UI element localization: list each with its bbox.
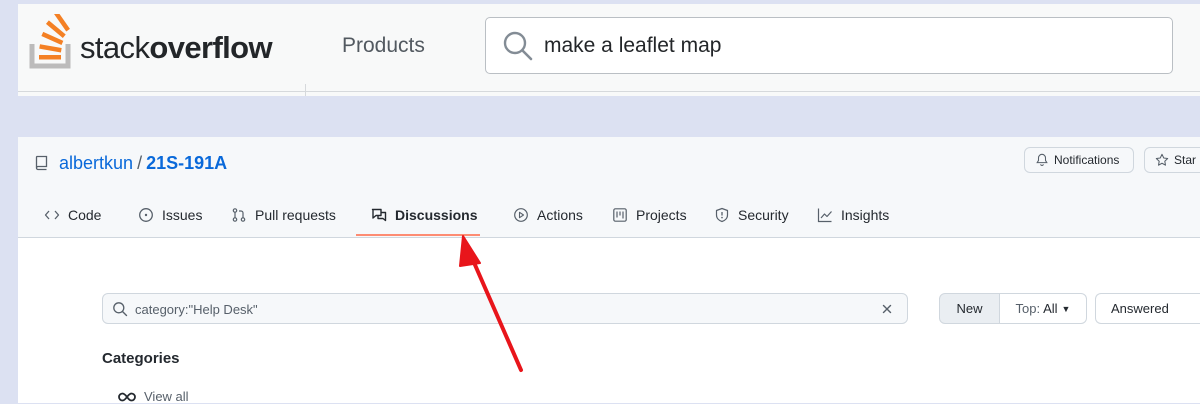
- tab-discussions-label: Discussions: [395, 207, 478, 223]
- repo-name-link[interactable]: 21S-191A: [146, 153, 227, 174]
- view-all-categories-link[interactable]: View all: [118, 389, 189, 404]
- tab-actions[interactable]: Actions: [513, 207, 583, 237]
- wordmark-light: stack: [80, 30, 150, 65]
- sort-top-prefix: Top:: [1015, 301, 1041, 316]
- tab-code[interactable]: Code: [44, 207, 101, 237]
- tab-actions-label: Actions: [537, 207, 583, 223]
- discussions-icon: [371, 208, 387, 222]
- tab-discussions[interactable]: Discussions: [371, 207, 477, 237]
- tab-projects[interactable]: Projects: [612, 207, 687, 237]
- infinity-icon: [118, 392, 136, 401]
- tab-projects-label: Projects: [636, 207, 687, 223]
- wordmark-bold: overflow: [149, 30, 273, 65]
- tab-pull-requests-label: Pull requests: [255, 207, 336, 223]
- github-repo-page: albertkun / 21S-191A Notifications Star …: [18, 137, 1200, 404]
- project-icon: [613, 208, 627, 222]
- play-icon: [514, 208, 528, 222]
- search-icon: [503, 31, 533, 61]
- repo-title: albertkun / 21S-191A: [34, 151, 227, 175]
- tab-issues[interactable]: Issues: [138, 207, 202, 237]
- close-icon[interactable]: [879, 301, 895, 317]
- repo-icon: [35, 155, 48, 171]
- tab-security-label: Security: [738, 207, 789, 223]
- stackoverflow-logo-icon: [29, 14, 71, 69]
- bell-icon: [1036, 153, 1048, 166]
- active-tab-underline: [356, 234, 480, 236]
- code-icon: [44, 210, 60, 220]
- so-divider: [305, 84, 306, 96]
- sort-top-value: All: [1043, 301, 1058, 316]
- repo-owner-link[interactable]: albertkun: [59, 153, 133, 174]
- so-search-value[interactable]: make a leaflet map: [544, 34, 721, 58]
- chevron-down-icon: ▼: [1061, 303, 1071, 314]
- sort-new-button[interactable]: New: [939, 293, 1000, 324]
- stackoverflow-header: stackoverflow Products make a leaflet ma…: [18, 0, 1200, 96]
- categories-heading: Categories: [102, 350, 180, 367]
- star-button[interactable]: Star: [1144, 147, 1200, 173]
- tab-insights-label: Insights: [841, 207, 890, 223]
- discussions-search-value[interactable]: category:"Help Desk": [135, 302, 258, 317]
- repo-separator: /: [137, 152, 143, 173]
- star-label: Star: [1174, 153, 1197, 167]
- star-icon: [1155, 153, 1169, 166]
- search-icon: [113, 302, 128, 317]
- notifications-button[interactable]: Notifications: [1024, 147, 1134, 173]
- graph-icon: [817, 208, 832, 223]
- answered-filter-button[interactable]: Answered: [1095, 293, 1200, 324]
- notifications-label: Notifications: [1054, 153, 1120, 167]
- stackoverflow-logo[interactable]: stackoverflow: [28, 14, 298, 70]
- tab-pull-requests[interactable]: Pull requests: [231, 207, 336, 237]
- sort-segmented-control: New Top: All ▼: [939, 293, 1087, 324]
- sort-top-dropdown[interactable]: Top: All ▼: [1000, 293, 1087, 324]
- view-all-label: View all: [144, 389, 189, 404]
- repo-header: albertkun / 21S-191A Notifications Star …: [18, 137, 1200, 238]
- pull-request-icon: [232, 208, 246, 222]
- tab-code-label: Code: [68, 207, 102, 223]
- shield-icon: [715, 207, 729, 223]
- tab-issues-label: Issues: [162, 207, 203, 223]
- so-header-border: [18, 91, 1200, 92]
- discussions-search-input[interactable]: category:"Help Desk": [102, 293, 908, 324]
- tab-insights[interactable]: Insights: [817, 207, 889, 237]
- products-menu[interactable]: Products: [342, 34, 425, 58]
- so-search-box[interactable]: make a leaflet map: [485, 17, 1173, 74]
- stackoverflow-wordmark: stackoverflow: [80, 30, 273, 66]
- tab-security[interactable]: Security: [714, 207, 789, 237]
- so-top-strip: [18, 0, 1200, 4]
- issue-icon: [139, 208, 153, 222]
